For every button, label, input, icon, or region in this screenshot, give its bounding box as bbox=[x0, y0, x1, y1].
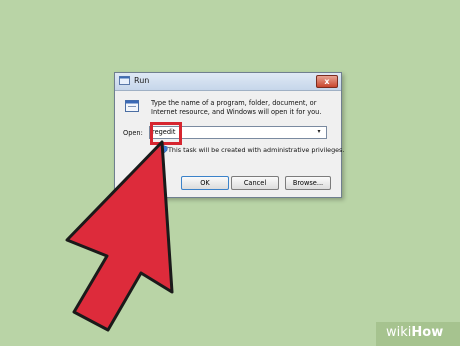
wikihow-watermark: wikiHow bbox=[386, 325, 443, 340]
pointer-arrow-icon bbox=[65, 140, 174, 332]
watermark-how: How bbox=[411, 325, 444, 340]
watermark-wiki: wiki bbox=[386, 325, 412, 340]
